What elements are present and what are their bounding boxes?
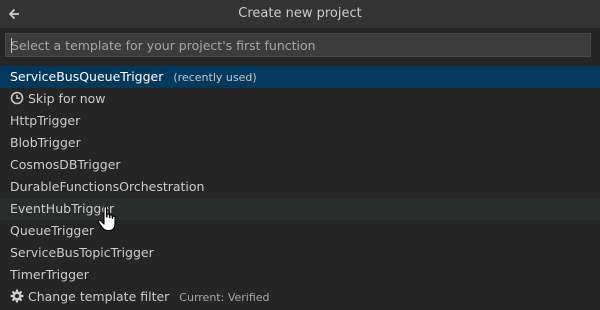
- item-label: ServiceBusTopicTrigger: [10, 245, 154, 260]
- item-label: Skip for now: [28, 91, 106, 106]
- list-item-httptrigger[interactable]: HttpTrigger: [0, 110, 600, 132]
- list-item-timertrigger[interactable]: TimerTrigger: [0, 264, 600, 286]
- list-item-servicebustopictrigger[interactable]: ServiceBusTopicTrigger: [0, 242, 600, 264]
- list-item-queuetrigger[interactable]: QueueTrigger: [0, 220, 600, 242]
- text-caret: [11, 38, 12, 53]
- list-item-change-template-filter[interactable]: Change template filter Current: Verified: [0, 286, 600, 308]
- item-label: Change template filter: [28, 289, 170, 304]
- template-search-input[interactable]: [11, 35, 590, 55]
- list-item-cosmosdbtrigger[interactable]: CosmosDBTrigger: [0, 154, 600, 176]
- back-button[interactable]: [4, 4, 24, 24]
- item-label: CosmosDBTrigger: [10, 157, 121, 172]
- list-item-servicebusqueuetrigger[interactable]: ServiceBusQueueTrigger (recently used): [0, 66, 600, 88]
- item-label: DurableFunctionsOrchestration: [10, 179, 205, 194]
- list-item-blobtrigger[interactable]: BlobTrigger: [0, 132, 600, 154]
- quick-pick-panel: Create new project ServiceBusQueueTrigge…: [0, 0, 600, 310]
- gear-icon: [10, 288, 24, 303]
- template-list: ServiceBusQueueTrigger (recently used) S…: [0, 66, 600, 308]
- arrow-left-icon: [8, 8, 19, 20]
- item-hint: Current: Verified: [179, 291, 270, 304]
- item-label: EventHubTrigger: [10, 201, 115, 216]
- item-label: QueueTrigger: [10, 223, 95, 238]
- item-label: ServiceBusQueueTrigger: [10, 69, 164, 84]
- item-label: TimerTrigger: [10, 267, 89, 282]
- dialog-title: Create new project: [238, 6, 362, 21]
- list-item-skip-for-now[interactable]: Skip for now: [0, 88, 600, 110]
- search-box[interactable]: [5, 33, 591, 57]
- item-label: BlobTrigger: [10, 135, 81, 150]
- item-label: HttpTrigger: [10, 113, 81, 128]
- list-item-durablefunctionsorchestration[interactable]: DurableFunctionsOrchestration: [0, 176, 600, 198]
- item-hint: (recently used): [173, 71, 257, 84]
- list-item-eventhubtrigger[interactable]: EventHubTrigger: [0, 198, 600, 220]
- title-bar: Create new project: [0, 0, 600, 28]
- clock-icon: [10, 90, 24, 105]
